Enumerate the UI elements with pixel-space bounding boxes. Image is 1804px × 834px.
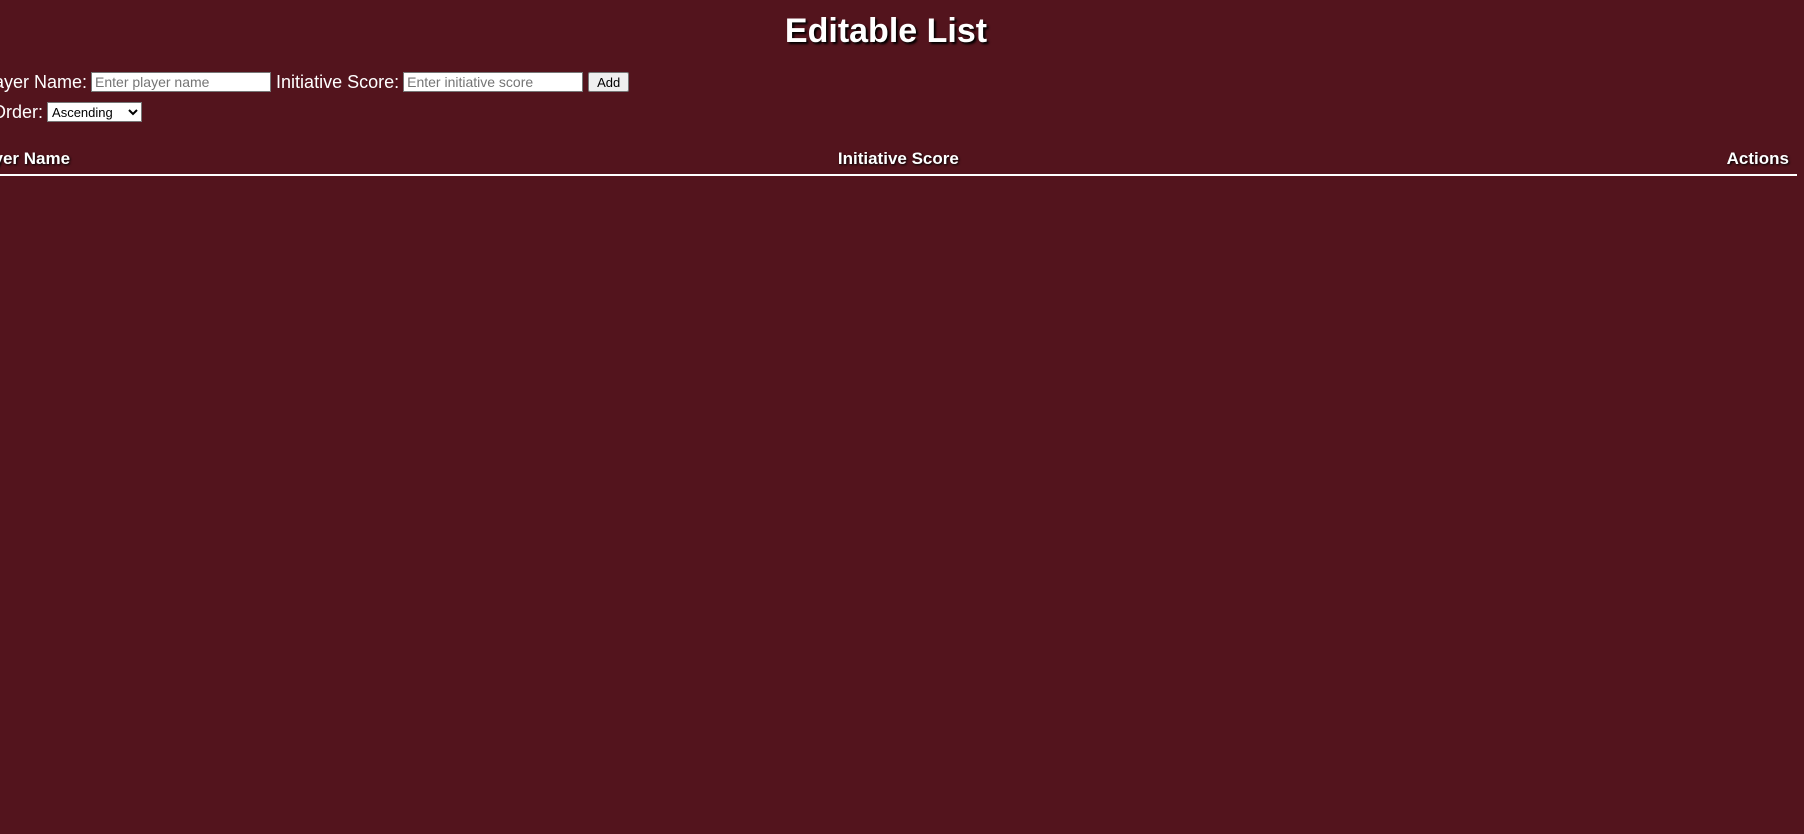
initiative-score-input[interactable]	[403, 72, 584, 92]
column-header-player-name: Player Name	[0, 149, 71, 168]
column-header-initiative-score: Initiative Score	[837, 149, 959, 168]
add-button[interactable]: Add	[588, 72, 630, 92]
player-name-label: Player Name:	[0, 71, 88, 92]
page-title: Editable List	[784, 12, 988, 50]
column-header-actions: Actions	[1726, 149, 1789, 168]
sort-order-label: Sort Order:	[0, 101, 44, 122]
player-table: Player Name Initiative Score Actions	[0, 144, 1797, 176]
table-header: Player Name Initiative Score Actions	[0, 144, 1797, 176]
player-name-input[interactable]	[91, 72, 272, 92]
sort-controls: Sort Order: Ascending	[0, 100, 143, 124]
editable-list-page: Editable List Player Name: Initiative Sc…	[0, 0, 1804, 834]
add-player-form: Player Name: Initiative Score: Add	[0, 70, 630, 94]
sort-order-select[interactable]: Ascending	[47, 102, 143, 122]
initiative-score-label: Initiative Score:	[276, 71, 400, 92]
